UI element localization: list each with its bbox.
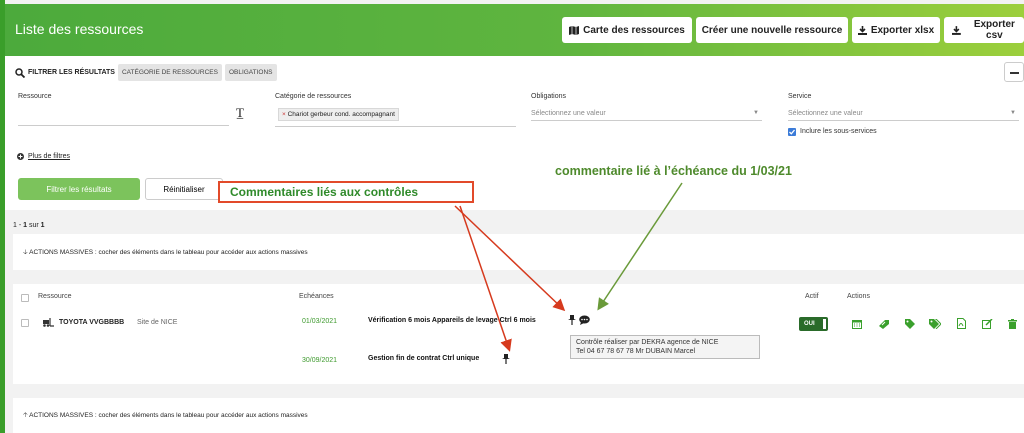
arrow-to-comment [597,182,683,311]
arrow-to-first-pin [454,205,566,312]
annotation-arrows [454,182,683,352]
annotation-controls-comments: Commentaires liés aux contrôles [218,181,474,203]
annotation-echeance-comment: commentaire lié à l’échéance du 1/03/21 [555,164,792,178]
arrow-to-second-pin [459,205,512,352]
